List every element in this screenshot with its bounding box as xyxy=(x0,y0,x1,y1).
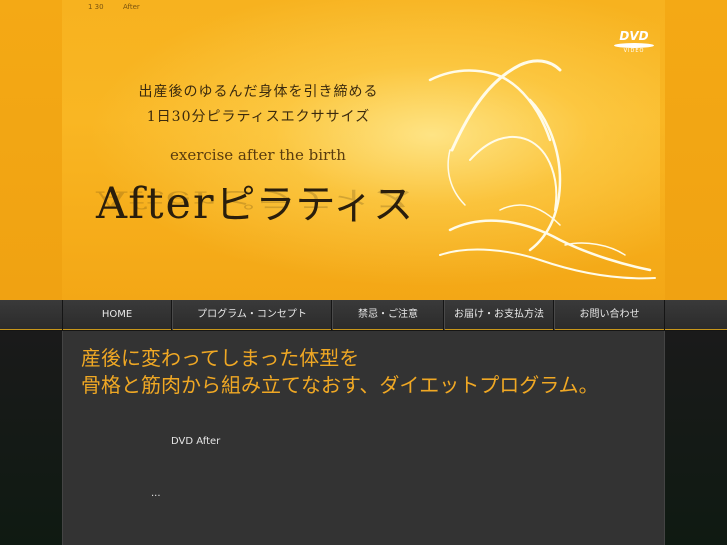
nav-item-program-concept[interactable]: プログラム・コンセプト xyxy=(172,300,332,330)
top-bar: 1 30 After xyxy=(62,0,665,16)
logo-reflection: Afterピラティス xyxy=(96,185,413,217)
intro-text: DVD After xyxy=(171,436,221,447)
top-bar-right-text: After xyxy=(123,3,140,11)
headline-line-1: 産後に変わってしまった体型を xyxy=(81,346,360,370)
main-content: 産後に変わってしまった体型を 骨格と筋肉から組み立てなおす、ダイエットプログラム… xyxy=(62,331,665,545)
nav-item-cautions[interactable]: 禁忌・ご注意 xyxy=(332,300,444,330)
tagline-line-1: 出産後のゆるんだ身体を引き締める xyxy=(138,84,379,100)
hero-side-right xyxy=(665,0,727,300)
ellipsis-text: ... xyxy=(151,488,161,499)
headline-line-2: 骨格と筋肉から組み立てなおす、ダイエットプログラム。 xyxy=(81,373,599,397)
main-side-right xyxy=(665,331,727,545)
hero-side-left xyxy=(0,0,62,300)
logo-reflection-latin: After xyxy=(96,185,216,214)
hero-tagline: 出産後のゆるんだ身体を引き締める 1日30分ピラティスエクササイズ xyxy=(136,80,381,130)
nav-item-contact[interactable]: お問い合わせ xyxy=(554,300,665,330)
hero-subtitle: exercise after the birth xyxy=(170,146,346,164)
tagline-line-2: 1日30分ピラティスエクササイズ xyxy=(146,109,371,125)
pilates-figure-illustration xyxy=(428,59,656,280)
nav-item-home[interactable]: HOME xyxy=(62,300,172,330)
main-side-left xyxy=(0,331,62,545)
hero-banner: 1 30 After 出産後のゆるんだ身体を引き締める 1日30分ピラティスエク… xyxy=(0,0,727,300)
main-navigation: HOME プログラム・コンセプト 禁忌・ご注意 お届け・お支払方法 お問い合わせ xyxy=(0,300,727,330)
nav-item-delivery-payment[interactable]: お届け・お支払方法 xyxy=(444,300,554,330)
top-bar-left-text: 1 30 xyxy=(88,3,104,11)
nav-inner: HOME プログラム・コンセプト 禁忌・ご注意 お届け・お支払方法 お問い合わせ xyxy=(62,300,665,330)
logo-reflection-jp: ピラティス xyxy=(215,186,414,212)
main-headline: 産後に変わってしまった体型を 骨格と筋肉から組み立てなおす、ダイエットプログラム… xyxy=(81,345,661,399)
